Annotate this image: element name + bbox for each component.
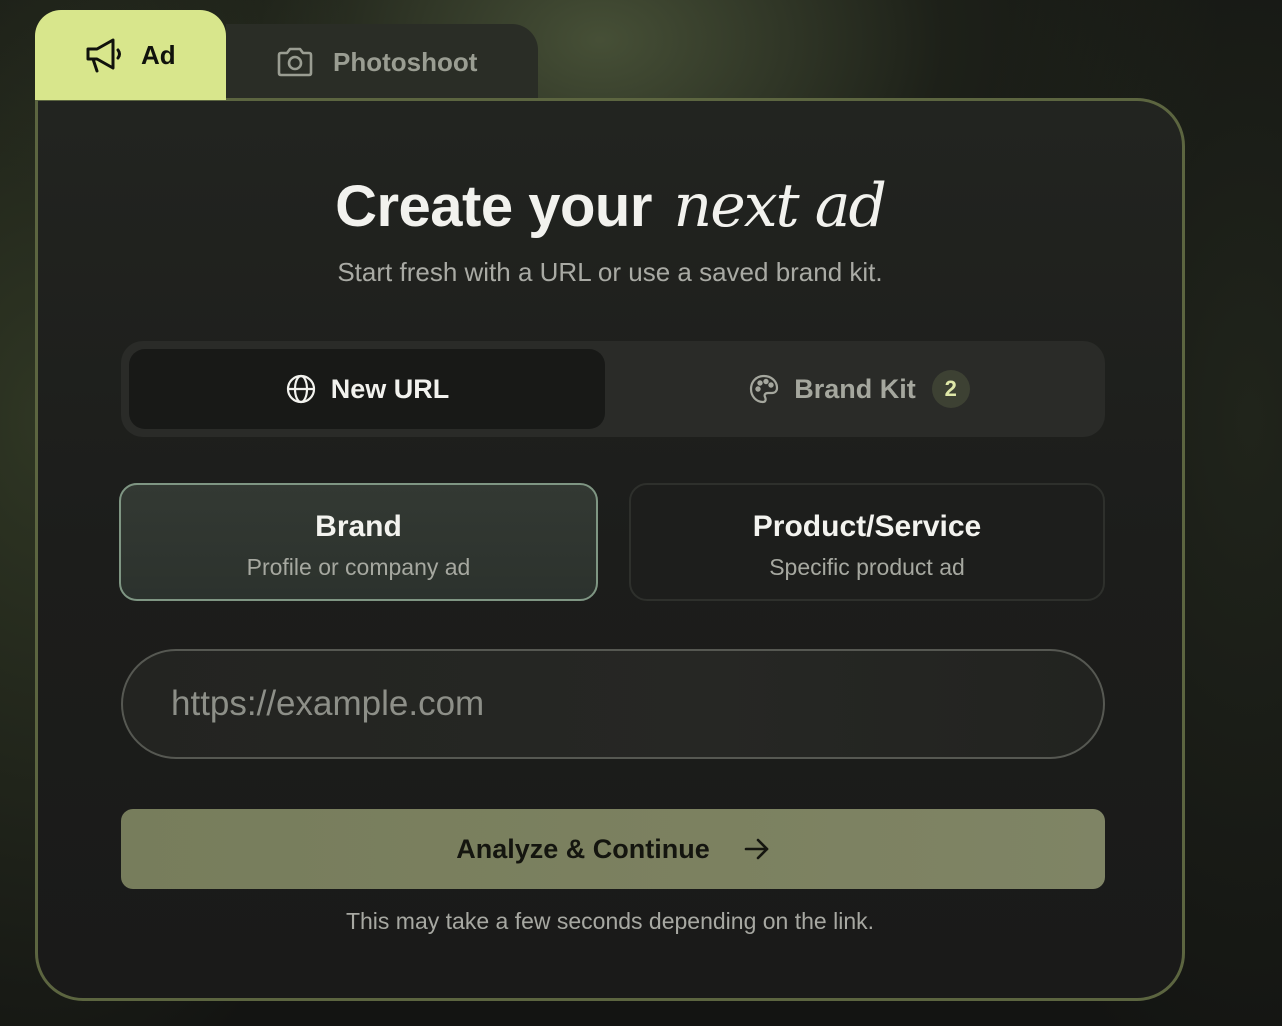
- brand-kit-count-badge: 2: [931, 370, 970, 408]
- tab-ad-label: Ad: [141, 39, 176, 70]
- tab-ad[interactable]: Ad: [35, 10, 226, 100]
- globe-icon: [285, 373, 317, 405]
- product-option-title: Product/Service: [752, 510, 982, 543]
- url-input[interactable]: [121, 649, 1105, 759]
- tab-photoshoot-label: Photoshoot: [333, 46, 478, 77]
- tab-photoshoot[interactable]: Photoshoot: [226, 24, 538, 100]
- create-ad-card: Create your next ad Start fresh with a U…: [35, 98, 1185, 1001]
- title-accent: next ad: [673, 171, 887, 241]
- camera-icon: [276, 46, 314, 78]
- palette-icon: [748, 373, 780, 405]
- brand-option[interactable]: Brand Profile or company ad: [119, 483, 598, 601]
- analyze-continue-label: Analyze & Continue: [456, 833, 710, 864]
- product-service-option[interactable]: Product/Service Specific product ad: [629, 483, 1105, 601]
- page-subtitle: Start fresh with a URL or use a saved br…: [337, 257, 883, 287]
- brand-kit-label: Brand Kit: [794, 373, 916, 404]
- brand-option-title: Brand: [315, 510, 402, 543]
- brand-option-subtitle: Profile or company ad: [246, 554, 471, 580]
- analyze-continue-button[interactable]: Analyze & Continue: [121, 809, 1105, 889]
- hint-text: This may take a few seconds depending on…: [345, 908, 875, 934]
- source-toggle: New URL Brand Kit 2: [121, 341, 1105, 437]
- brand-kit-toggle[interactable]: Brand Kit 2: [621, 349, 1097, 429]
- new-url-toggle[interactable]: New URL: [129, 349, 605, 429]
- product-option-subtitle: Specific product ad: [769, 554, 965, 580]
- arrow-right-icon: [744, 837, 770, 861]
- megaphone-icon: [85, 37, 123, 73]
- page-title: Create your next ad: [38, 171, 1182, 242]
- new-url-label: New URL: [330, 373, 450, 404]
- title-main: Create your: [335, 174, 652, 239]
